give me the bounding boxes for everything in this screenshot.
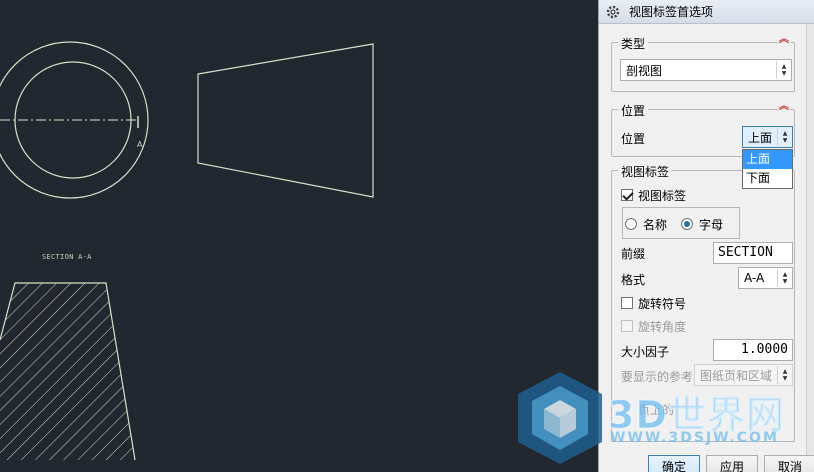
radio-name[interactable] xyxy=(625,218,637,230)
panel-titlebar: 视图标签首选项 xyxy=(599,0,814,24)
radio-letter-label: 字母 xyxy=(699,218,724,232)
type-select-value: 剖视图 xyxy=(626,63,663,78)
position-dropdown-list[interactable]: 上面 下面 xyxy=(742,149,793,189)
panel-scrollbar[interactable] xyxy=(806,24,814,472)
format-select[interactable]: A-A ▲ ▼ xyxy=(738,267,793,289)
apply-button[interactable]: 应用 xyxy=(706,455,758,472)
type-select[interactable]: 剖视图 ▲ ▼ xyxy=(620,59,792,81)
radio-letter[interactable] xyxy=(681,218,693,230)
cancel-button[interactable]: 取消 xyxy=(764,455,814,472)
position-group-label: 位置 xyxy=(618,102,649,119)
panel-title: 视图标签首选项 xyxy=(629,5,714,19)
spin-arrows-icon[interactable]: ▲ ▼ xyxy=(777,128,792,146)
ok-button[interactable]: 确定 xyxy=(648,455,700,472)
partial-page-label: 页上的 xyxy=(638,403,675,417)
scale-factor-label: 大小因子 xyxy=(621,345,670,359)
format-select-value: A-A xyxy=(744,271,765,285)
prefix-label: 前缀 xyxy=(621,247,646,261)
position-option-top[interactable]: 上面 xyxy=(743,150,792,169)
position-field-label: 位置 xyxy=(621,132,646,146)
collapse-position-icon[interactable]: ︽ xyxy=(778,102,790,114)
format-label: 格式 xyxy=(621,273,646,287)
rotate-angle-checkbox[interactable] xyxy=(621,320,633,332)
position-select[interactable]: 上面 ▲ ▼ xyxy=(742,126,793,148)
type-group-label: 类型 xyxy=(618,35,649,52)
section-hatch xyxy=(0,283,135,460)
reference-select-value: 图纸页和区域 xyxy=(700,368,773,383)
spin-arrows-icon[interactable]: ▲ ▼ xyxy=(777,366,792,384)
rotate-angle-label: 旋转角度 xyxy=(638,320,687,334)
cut-mark-label: A xyxy=(137,140,143,149)
scale-factor-input[interactable]: 1.0000 xyxy=(713,339,793,361)
gear-icon xyxy=(606,5,620,18)
side-view-trapezoid[interactable] xyxy=(197,43,374,198)
section-view-label[interactable]: SECTION A-A xyxy=(42,253,92,261)
position-select-value: 上面 xyxy=(748,130,773,145)
rotate-symbol-checkbox[interactable] xyxy=(621,297,633,309)
rotate-symbol-label: 旋转符号 xyxy=(638,297,687,311)
spin-arrows-icon[interactable]: ▲ ▼ xyxy=(777,269,792,287)
spin-arrows-icon[interactable]: ▲ ▼ xyxy=(776,61,791,79)
drawing-svg xyxy=(0,41,374,461)
prefix-input[interactable]: SECTION xyxy=(713,242,793,264)
position-option-bottom[interactable]: 下面 xyxy=(743,169,792,188)
reference-select[interactable]: 图纸页和区域 ▲ ▼ xyxy=(694,364,793,386)
radio-name-label: 名称 xyxy=(643,218,668,232)
view-label-group-label: 视图标签 xyxy=(618,163,673,180)
reference-label: 要显示的参考 xyxy=(621,370,694,384)
collapse-type-icon[interactable]: ︽ xyxy=(778,35,790,47)
view-label-checkbox[interactable] xyxy=(621,189,633,201)
drawing-canvas[interactable]: SECTION A-A A xyxy=(0,0,598,472)
view-label-checkbox-label: 视图标签 xyxy=(638,189,687,203)
